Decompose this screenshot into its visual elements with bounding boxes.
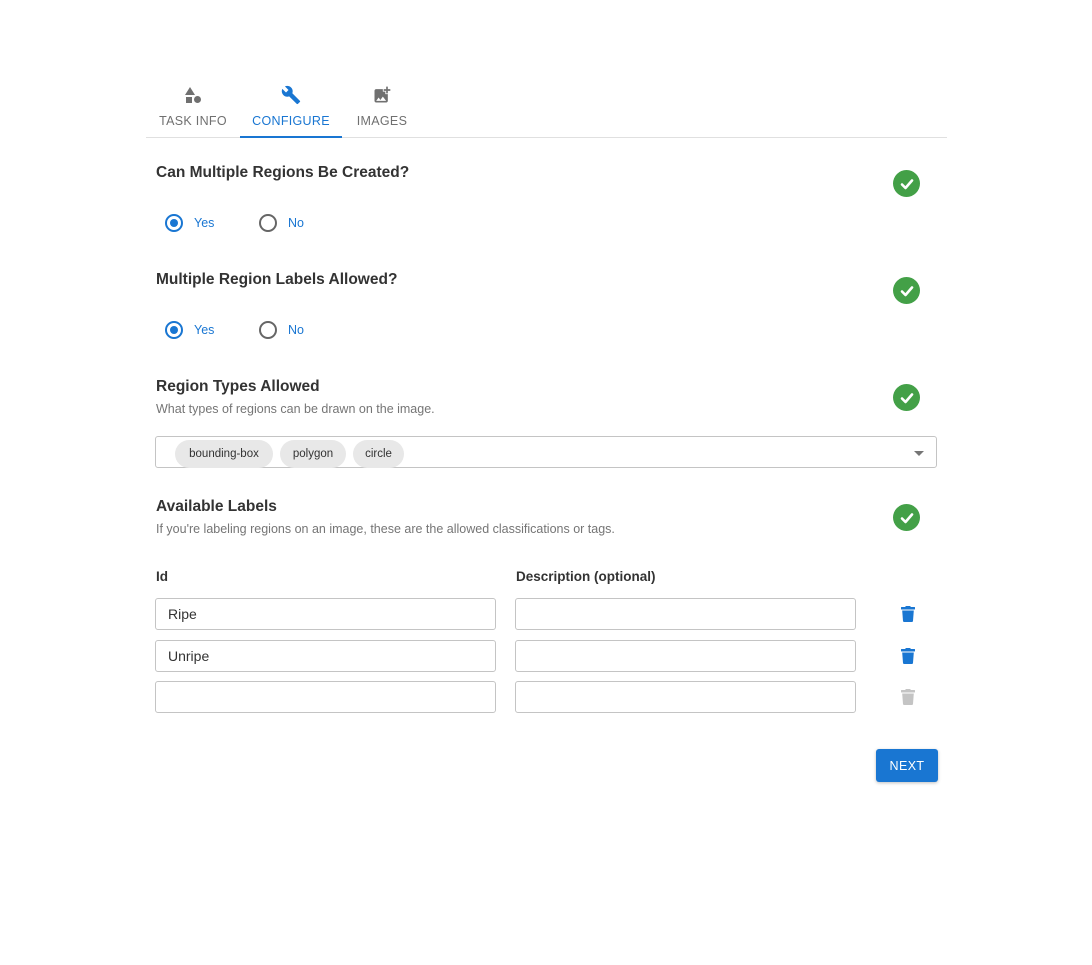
radio-multiple-labels-no[interactable]: No [259,321,304,339]
label-id-input[interactable] [155,681,496,713]
radio-multiple-regions-yes[interactable]: Yes [165,214,214,232]
delete-icon[interactable] [901,606,915,622]
chip-bounding-box[interactable]: bounding-box [175,440,273,468]
check-circle-icon [893,170,920,197]
check-circle-icon [893,277,920,304]
section-title-region-types: Region Types Allowed [156,378,320,395]
chip-circle[interactable]: circle [353,440,404,468]
column-header-description: Description (optional) [516,569,656,584]
delete-icon[interactable] [901,648,915,664]
radio-label: No [288,323,304,337]
region-types-select[interactable]: bounding-box polygon circle [155,436,937,468]
radio-label: Yes [194,216,215,230]
radio-checked-icon [165,321,183,339]
label-description-input[interactable] [515,598,856,630]
section-description: What types of regions can be drawn on th… [156,402,435,416]
wrench-icon [280,84,302,106]
tab-label: TASK INFO [159,114,227,128]
check-circle-icon [893,504,920,531]
section-title-multiple-regions: Can Multiple Regions Be Created? [156,164,410,181]
check-circle-icon [893,384,920,411]
radio-unchecked-icon [259,214,277,232]
tab-task-info[interactable]: TASK INFO [146,72,240,137]
add-photo-icon [371,84,393,106]
radio-multiple-regions-no[interactable]: No [259,214,304,232]
tab-images[interactable]: IMAGES [342,72,422,137]
radio-label: No [288,216,304,230]
active-tab-indicator [240,136,342,138]
column-header-id: Id [156,569,168,584]
tab-bar: TASK INFO CONFIGURE IMAGES [146,72,947,138]
next-button[interactable]: NEXT [876,749,938,782]
label-description-input[interactable] [515,681,856,713]
section-description: If you're labeling regions on an image, … [156,522,615,536]
radio-label: Yes [194,323,215,337]
label-description-input[interactable] [515,640,856,672]
section-title-available-labels: Available Labels [156,498,277,515]
radio-checked-icon [165,214,183,232]
tab-configure[interactable]: CONFIGURE [240,72,342,137]
radio-multiple-labels-yes[interactable]: Yes [165,321,214,339]
dropdown-arrow-icon[interactable] [914,451,924,456]
label-id-input[interactable] [155,640,496,672]
tab-label: CONFIGURE [252,114,330,128]
radio-unchecked-icon [259,321,277,339]
chip-polygon[interactable]: polygon [280,440,346,468]
delete-icon-disabled [901,689,915,705]
tab-label: IMAGES [356,114,408,128]
section-title-multiple-labels: Multiple Region Labels Allowed? [156,271,398,288]
label-id-input[interactable] [155,598,496,630]
shapes-icon [182,84,204,106]
